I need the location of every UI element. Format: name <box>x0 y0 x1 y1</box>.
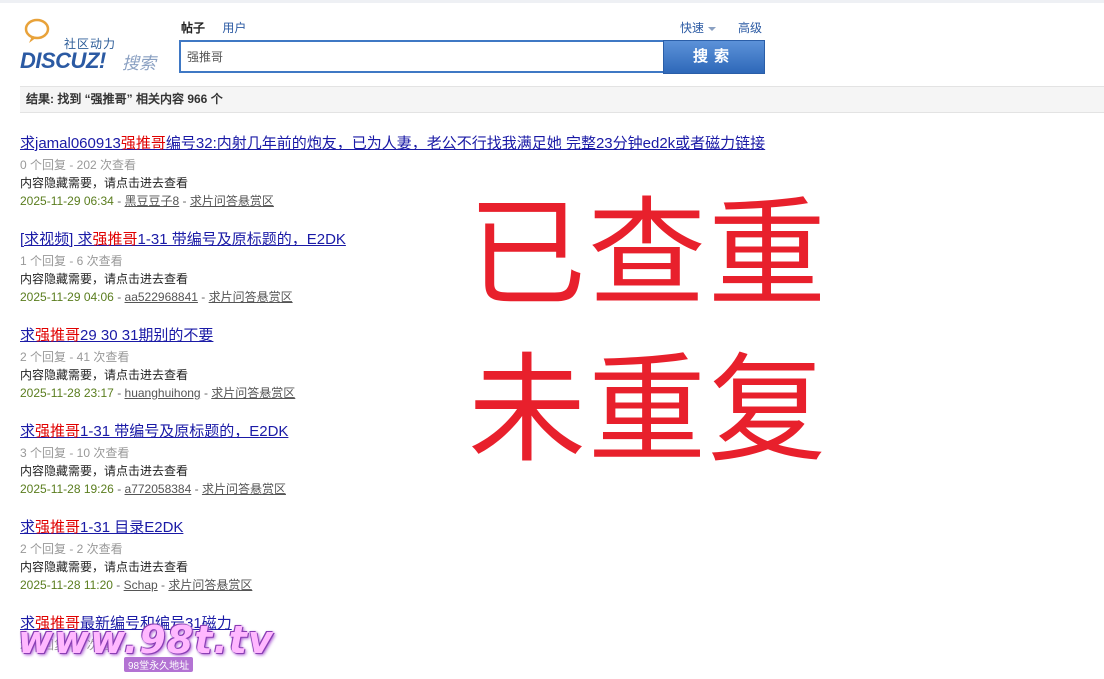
site-watermark: www.98t.tv <box>18 618 274 662</box>
tab-posts[interactable]: 帖子 <box>181 21 205 35</box>
site-watermark-sub: 98堂永久地址 <box>124 657 194 672</box>
search-type-tabs: 帖子 用户 <box>181 19 260 36</box>
reply-view-count: 0 个回复 - 202 次查看 <box>20 158 137 172</box>
logo-search-word: 搜索 <box>122 54 156 73</box>
result-title-link[interactable]: 求强推哥1-31 目录E2DK <box>20 516 780 540</box>
highlight-keyword: 强推哥 <box>35 519 81 536</box>
advanced-search-link[interactable]: 高级 <box>738 19 762 36</box>
highlight-keyword: 强推哥 <box>35 327 81 344</box>
hidden-content-notice: 内容隐藏需要，请点击进去查看 <box>20 560 189 574</box>
stamp-line-checked: 已查重 <box>468 185 829 323</box>
logo-brand: DISCUZ! <box>20 48 106 73</box>
author-link[interactable]: aa522968841 <box>125 290 198 304</box>
highlight-keyword: 强推哥 <box>35 423 81 440</box>
reply-view-count: 2 个回复 - 2 次查看 <box>20 542 123 556</box>
caret-down-icon <box>708 26 717 31</box>
forum-link[interactable]: 求片问答悬赏区 <box>190 194 274 208</box>
author-link[interactable]: huanghuihong <box>125 386 201 400</box>
list-item: 求强推哥1-31 目录E2DK 2 个回复 - 2 次查看 内容隐藏需要，请点击… <box>20 516 780 594</box>
search-input[interactable] <box>179 40 663 73</box>
result-summary: 结果: 找到 “强推哥” 相关内容 966 个 <box>20 86 1104 113</box>
search-button[interactable]: 搜索 <box>663 40 765 74</box>
author-link[interactable]: a772058384 <box>125 482 192 496</box>
stamp-line-not-duplicate: 未重复 <box>468 341 829 479</box>
quick-dropdown[interactable]: 快速 <box>680 19 717 36</box>
forum-link[interactable]: 求片问答悬赏区 <box>202 482 286 496</box>
post-info: 2025-11-28 11:20 - Schap - 求片问答悬赏区 <box>20 578 253 592</box>
quick-label: 快速 <box>680 21 705 35</box>
forum-link[interactable]: 求片问答悬赏区 <box>211 386 295 400</box>
speech-bubble-icon <box>24 18 50 43</box>
duplicate-check-stamp: 已查重 未重复 <box>468 176 868 488</box>
post-date: 2025-11-28 11:20 <box>20 578 113 592</box>
top-border <box>0 0 1104 3</box>
highlight-keyword: 强推哥 <box>120 135 166 152</box>
result-title-link[interactable]: 求jamal060913强推哥编号32:内射几年前的炮友，已为人妻，老公不行找我… <box>20 132 780 156</box>
forum-link[interactable]: 求片问答悬赏区 <box>168 578 252 592</box>
post-date: 2025-11-29 04:06 <box>20 290 114 304</box>
discuz-logo[interactable]: 社区动力 DISCUZ! 搜索 <box>20 16 165 73</box>
highlight-keyword: 强推哥 <box>92 231 138 248</box>
post-date: 2025-11-28 19:26 <box>20 482 114 496</box>
post-date: 2025-11-28 23:17 <box>20 386 114 400</box>
tab-users[interactable]: 用户 <box>222 21 246 35</box>
author-link[interactable]: Schap <box>124 578 158 592</box>
author-link[interactable]: 黑豆豆子8 <box>125 194 180 208</box>
forum-link[interactable]: 求片问答悬赏区 <box>209 290 293 304</box>
post-date: 2025-11-29 06:34 <box>20 194 114 208</box>
